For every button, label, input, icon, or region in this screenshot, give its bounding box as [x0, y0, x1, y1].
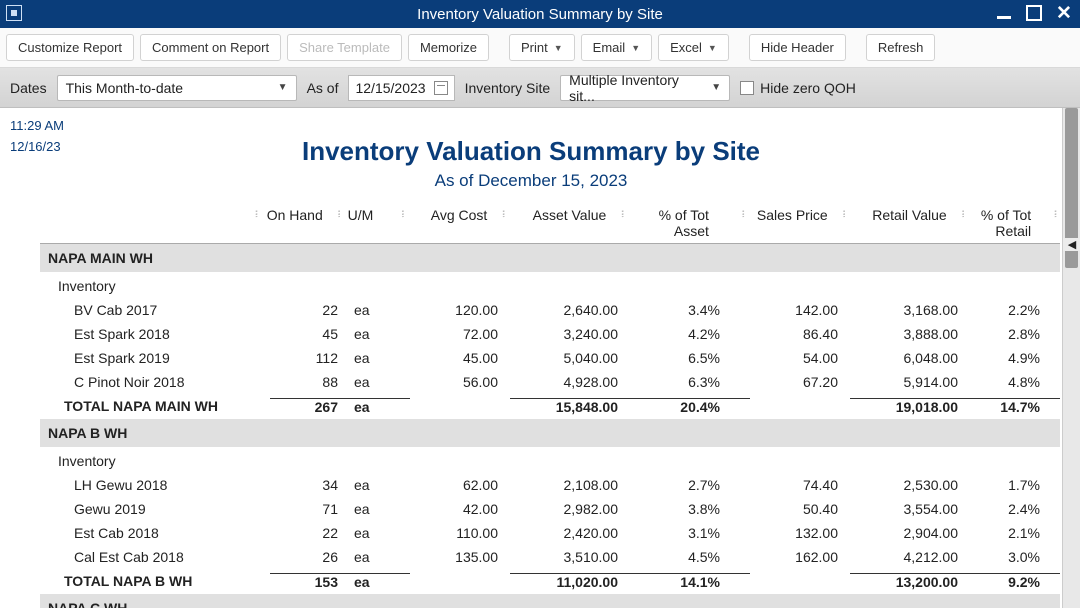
system-menu-icon[interactable]	[6, 5, 22, 21]
col-retail-value[interactable]: Retail Value	[849, 207, 959, 239]
vertical-scrollbar[interactable]: ◀	[1062, 108, 1080, 608]
col-asset-value[interactable]: Asset Value	[508, 207, 618, 239]
close-button[interactable]: ✕	[1054, 4, 1074, 22]
refresh-button[interactable]: Refresh	[866, 34, 936, 61]
share-template-button: Share Template	[287, 34, 402, 61]
inventory-site-select[interactable]: Multiple Inventory sit...▼	[560, 75, 730, 101]
table-row[interactable]: Cal Est Cab 201826ea135.003,510.004.5%16…	[40, 545, 1060, 569]
table-row[interactable]: Est Spark 201845ea72.003,240.004.2%86.40…	[40, 322, 1060, 346]
section-header[interactable]: NAPA C WH	[40, 594, 1060, 608]
minimize-button[interactable]	[994, 4, 1014, 22]
section-header[interactable]: NAPA B WH	[40, 419, 1060, 447]
chevron-down-icon: ▼	[631, 43, 640, 53]
table-row[interactable]: Est Cab 201822ea110.002,420.003.1%132.00…	[40, 521, 1060, 545]
maximize-button[interactable]	[1024, 4, 1044, 22]
col-sales-price[interactable]: Sales Price	[748, 207, 840, 239]
dates-select[interactable]: This Month-to-date▼	[57, 75, 297, 101]
filter-bar: Dates This Month-to-date▼ As of 12/15/20…	[0, 68, 1080, 108]
section-sublabel[interactable]: Inventory	[40, 447, 1060, 473]
table-row[interactable]: Est Spark 2019112ea45.005,040.006.5%54.0…	[40, 346, 1060, 370]
window-title-bar: Inventory Valuation Summary by Site ✕	[0, 0, 1080, 28]
section-header[interactable]: NAPA MAIN WH	[40, 244, 1060, 272]
memorize-button[interactable]: Memorize	[408, 34, 489, 61]
hide-header-button[interactable]: Hide Header	[749, 34, 846, 61]
chevron-down-icon: ▼	[554, 43, 563, 53]
customize-report-button[interactable]: Customize Report	[6, 34, 134, 61]
report-toolbar: Customize Report Comment on Report Share…	[0, 28, 1080, 68]
table-row[interactable]: C Pinot Noir 201888ea56.004,928.006.3%67…	[40, 370, 1060, 394]
calendar-icon[interactable]	[434, 81, 448, 95]
asof-date-input[interactable]: 12/15/2023	[348, 75, 454, 101]
section-total-row[interactable]: TOTAL NAPA B WH153ea11,020.0014.1%13,200…	[40, 569, 1060, 594]
table-header-row: ፧On Hand ፧U/M ፧Avg Cost ፧Asset Value ፧% …	[40, 203, 1060, 244]
col-on-hand[interactable]: On Hand	[261, 207, 335, 239]
dates-label: Dates	[10, 80, 47, 96]
asof-label: As of	[307, 80, 339, 96]
email-button[interactable]: Email▼	[581, 34, 652, 61]
excel-button[interactable]: Excel▼	[658, 34, 729, 61]
scroll-arrow-icon[interactable]: ◀	[1063, 238, 1080, 251]
report-table: ፧On Hand ፧U/M ፧Avg Cost ፧Asset Value ፧% …	[40, 203, 1060, 608]
window-title: Inventory Valuation Summary by Site	[417, 6, 663, 23]
col-um[interactable]: U/M	[344, 207, 399, 239]
hide-zero-qoh-checkbox[interactable]: Hide zero QOH	[740, 80, 856, 96]
chevron-down-icon: ▼	[708, 43, 717, 53]
section-total-row[interactable]: TOTAL NAPA MAIN WH267ea15,848.0020.4%19,…	[40, 394, 1060, 419]
col-pct-asset[interactable]: % of Tot Asset	[627, 207, 739, 239]
table-row[interactable]: Gewu 201971ea42.002,982.003.8%50.403,554…	[40, 497, 1060, 521]
report-title: Inventory Valuation Summary by Site	[0, 136, 1062, 167]
report-subtitle: As of December 15, 2023	[0, 171, 1062, 191]
table-row[interactable]: BV Cab 201722ea120.002,640.003.4%142.003…	[40, 298, 1060, 322]
chevron-down-icon: ▼	[711, 82, 721, 93]
report-time: 11:29 AM	[10, 118, 64, 133]
col-avg-cost[interactable]: Avg Cost	[407, 207, 499, 239]
section-sublabel[interactable]: Inventory	[40, 272, 1060, 298]
report-meta: 11:29 AM 12/16/23	[10, 118, 64, 160]
checkbox-icon	[740, 81, 754, 95]
print-button[interactable]: Print▼	[509, 34, 575, 61]
inventory-site-label: Inventory Site	[465, 80, 551, 96]
report-date: 12/16/23	[10, 139, 64, 154]
comment-on-report-button[interactable]: Comment on Report	[140, 34, 281, 61]
table-row[interactable]: LH Gewu 201834ea62.002,108.002.7%74.402,…	[40, 473, 1060, 497]
chevron-down-icon: ▼	[278, 82, 288, 93]
col-pct-retail[interactable]: % of Tot Retail	[968, 207, 1052, 239]
